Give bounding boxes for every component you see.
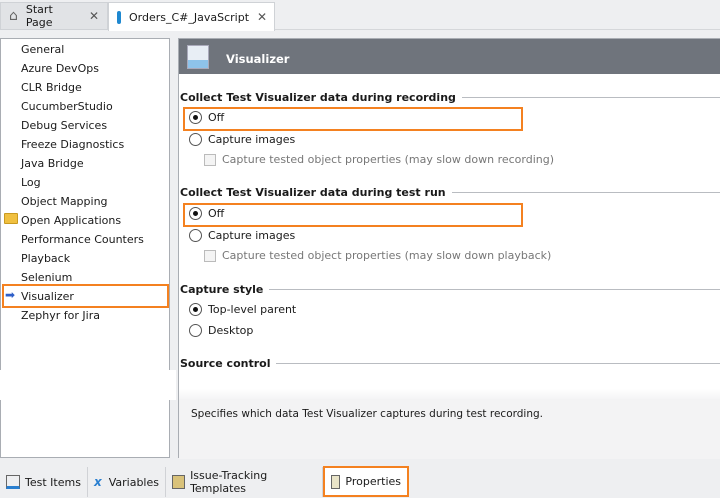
- fade-overlay: [179, 369, 720, 401]
- fade-overlay-left: [0, 370, 176, 400]
- group-capture-style: Capture style: [180, 283, 720, 296]
- checkbox-label: Capture tested object properties (may sl…: [222, 249, 552, 262]
- variables-icon: x: [94, 475, 102, 489]
- run-capture-images-radio[interactable]: Capture images: [189, 229, 295, 242]
- tab-issue-tracking-templates[interactable]: Issue-Tracking Templates: [166, 467, 323, 497]
- sidebar-item-general[interactable]: General: [21, 43, 64, 56]
- radio-icon: [189, 324, 202, 337]
- home-icon: ⌂: [9, 8, 18, 24]
- group-title: Capture style: [180, 283, 264, 296]
- templates-icon: [172, 475, 186, 489]
- radio-icon: [189, 303, 202, 316]
- radio-label: Capture images: [208, 133, 296, 146]
- tab-label: Variables: [108, 475, 159, 489]
- sidebar-item-zephyr-for-jira[interactable]: Zephyr for Jira: [21, 309, 100, 322]
- test-items-icon: [6, 475, 20, 489]
- sidebar-item-selenium[interactable]: Selenium: [21, 271, 72, 284]
- recording-capture-images-radio[interactable]: Capture images: [189, 133, 295, 146]
- properties-icon: [331, 474, 341, 489]
- tab-label: Properties: [345, 475, 401, 488]
- folder-icon: [4, 213, 18, 224]
- radio-label: Desktop: [208, 324, 254, 337]
- tab-test-items[interactable]: Test Items: [0, 467, 88, 497]
- style-desktop-radio[interactable]: Desktop: [189, 324, 253, 337]
- highlight-box: [183, 107, 523, 131]
- tab-start-page[interactable]: ⌂ Start Page ✕: [0, 2, 108, 30]
- close-icon[interactable]: ✕: [89, 9, 99, 23]
- sidebar-item-debug-services[interactable]: Debug Services: [21, 119, 107, 132]
- tab-label: Start Page: [25, 3, 53, 29]
- sidebar-item-playback[interactable]: Playback: [21, 252, 70, 265]
- checkbox-label: Capture tested object properties (may sl…: [222, 153, 555, 166]
- radio-label: Top-level parent: [208, 303, 297, 316]
- tab-orders-project[interactable]: Orders_C#_JavaScript ✕: [108, 2, 275, 31]
- group-recording: Collect Test Visualizer data during reco…: [180, 91, 720, 104]
- checkbox-icon: [204, 153, 216, 166]
- description-text: Specifies which data Test Visualizer cap…: [191, 408, 544, 420]
- sidebar-item-java-bridge[interactable]: Java Bridge: [21, 157, 84, 170]
- group-title: Collect Test Visualizer data during test…: [180, 186, 446, 199]
- sidebar-item-open-applications[interactable]: Open Applications: [21, 214, 121, 227]
- sidebar-item-azure-devops[interactable]: Azure DevOps: [21, 62, 99, 75]
- visualizer-panel: Visualizer Collect Test Visualizer data …: [178, 38, 720, 459]
- sidebar-item-clr-bridge[interactable]: CLR Bridge: [21, 81, 82, 94]
- project-icon: [117, 10, 121, 24]
- tab-label: Orders_C#_JavaScript: [129, 10, 250, 24]
- radio-icon: [189, 133, 202, 146]
- document-tab-bar: ⌂ Start Page ✕ Orders_C#_JavaScript ✕: [0, 0, 720, 31]
- bottom-tab-bar: Test Items x Variables Issue-Tracking Tem…: [0, 465, 720, 498]
- tab-label: Test Items: [25, 475, 81, 489]
- sidebar-item-freeze-diagnostics[interactable]: Freeze Diagnostics: [21, 138, 124, 151]
- tab-label: Issue-Tracking Templates: [190, 469, 268, 495]
- close-icon[interactable]: ✕: [257, 10, 267, 24]
- page-title: Visualizer: [226, 52, 290, 66]
- description-box: Specifies which data Test Visualizer cap…: [179, 399, 720, 459]
- group-title: Collect Test Visualizer data during reco…: [180, 91, 456, 104]
- run-capture-properties-checkbox[interactable]: Capture tested object properties (may sl…: [204, 249, 551, 262]
- tab-variables[interactable]: x Variables: [88, 467, 166, 497]
- tab-properties[interactable]: Properties: [323, 466, 409, 497]
- sidebar-item-object-mapping[interactable]: Object Mapping: [21, 195, 108, 208]
- checkbox-icon: [204, 249, 216, 262]
- highlight-box: [183, 203, 523, 227]
- style-top-level-radio[interactable]: Top-level parent: [189, 303, 296, 316]
- sidebar-item-cucumberstudio[interactable]: CucumberStudio: [21, 100, 113, 113]
- group-test-run: Collect Test Visualizer data during test…: [180, 186, 720, 199]
- recording-capture-properties-checkbox[interactable]: Capture tested object properties (may sl…: [204, 153, 554, 166]
- radio-label: Capture images: [208, 229, 296, 242]
- panel-header: Visualizer: [179, 39, 720, 74]
- radio-icon: [189, 229, 202, 242]
- highlight-box: [2, 284, 169, 308]
- sidebar-item-log[interactable]: Log: [21, 176, 41, 189]
- sidebar-item-performance-counters[interactable]: Performance Counters: [21, 233, 144, 246]
- visualizer-icon: [187, 45, 209, 69]
